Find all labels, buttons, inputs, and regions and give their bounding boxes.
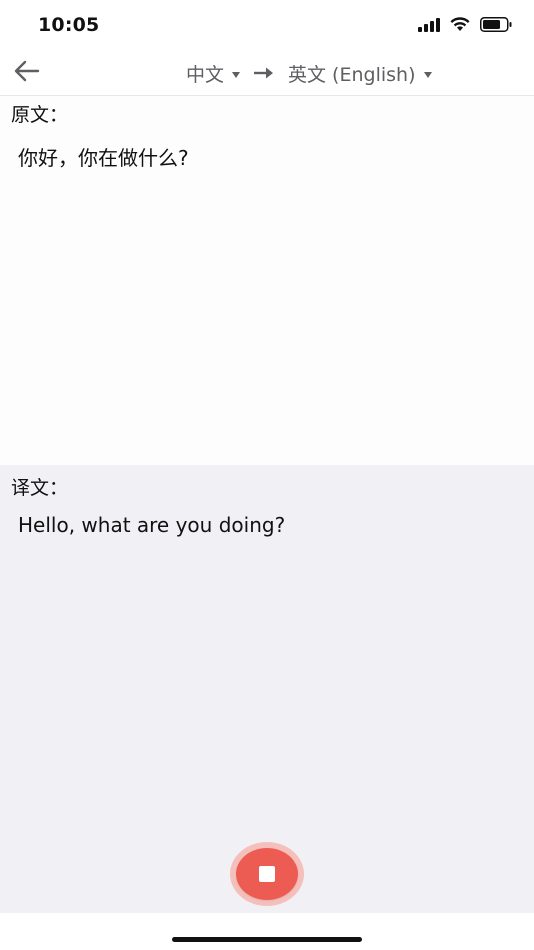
status-time: 10:05 [38, 14, 100, 36]
target-language-dropdown[interactable]: 英文 (English) [288, 60, 432, 87]
target-language-label: 英文 (English) [288, 63, 416, 86]
language-selector-row: 中文 英文 (English) [186, 59, 432, 87]
caret-down-icon [423, 71, 432, 78]
arrow-left-icon [14, 60, 40, 86]
back-button[interactable] [10, 58, 44, 88]
battery-icon [480, 16, 512, 36]
translation-text[interactable]: Hello, what are you doing? [18, 513, 285, 537]
stop-button-core [236, 848, 298, 900]
arrow-right-icon [254, 66, 274, 80]
source-label: 原文： [11, 104, 69, 126]
status-bar: 10:05 [0, 0, 534, 52]
language-header: 中文 英文 (English) [0, 52, 534, 96]
source-section: 原文： 你好，你在做什么? [0, 96, 534, 465]
translation-label: 译文： [11, 477, 69, 499]
source-language-dropdown[interactable]: 中文 [186, 60, 241, 87]
source-language-label: 中文 [186, 63, 225, 86]
source-text[interactable]: 你好，你在做什么? [18, 142, 189, 171]
caret-down-icon [232, 71, 241, 78]
wifi-icon [450, 16, 470, 36]
stop-recording-button[interactable] [230, 842, 304, 906]
signal-icon [418, 17, 440, 36]
status-icons [418, 16, 512, 36]
stop-icon [259, 866, 275, 882]
home-indicator[interactable] [172, 937, 362, 942]
bottom-bar [0, 913, 534, 950]
